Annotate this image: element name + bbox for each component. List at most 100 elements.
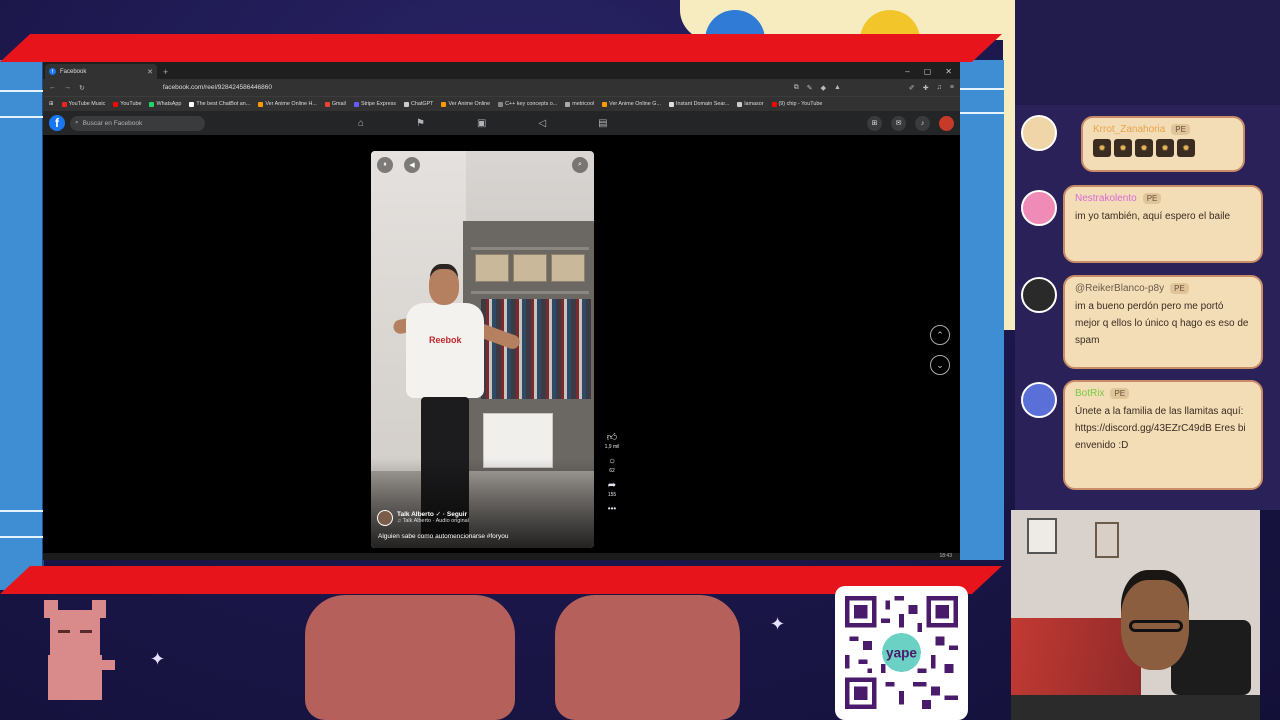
back-icon[interactable]: ← (49, 84, 56, 91)
maximize-icon[interactable]: ▢ (924, 67, 932, 76)
overlay-red-band-top (0, 34, 1002, 62)
more-button[interactable]: ••• (608, 504, 616, 513)
search-icon: ⌕ (75, 119, 79, 126)
webcam-base (1011, 695, 1260, 720)
like-count: 1,9 mil (604, 444, 620, 450)
webcam-picture-frame (1095, 522, 1119, 558)
video-shelf (471, 247, 589, 250)
reload-icon[interactable]: ↻ (79, 84, 85, 92)
author-name[interactable]: Talk Alberto (397, 511, 434, 518)
chevron-up-icon[interactable]: ⌃ (930, 325, 950, 345)
chat-message: Nestrakolento PE im yo también, aquí esp… (1063, 185, 1263, 263)
search-icon[interactable]: ⌕ (572, 157, 588, 173)
bookmark-item[interactable]: Ver Anime Online G... (602, 101, 661, 107)
share-icon[interactable]: ⧉ (794, 84, 799, 92)
emote-icon: ✹ (1177, 139, 1195, 157)
shirt-brand: Reebok (429, 335, 462, 345)
follow-link[interactable]: Seguir (447, 511, 467, 518)
media-icon[interactable]: ♫ (937, 84, 942, 92)
messenger-icon[interactable]: ✉ (891, 115, 906, 131)
overlay-left-frame (0, 60, 44, 590)
menu-icon[interactable]: ≡ (950, 84, 954, 92)
volume-icon[interactable]: ◀ (404, 157, 420, 173)
bookmark-item[interactable]: ChatGPT (404, 101, 433, 107)
bookmark-item[interactable]: (9) chip - YouTube (771, 101, 822, 107)
chat-message: @ReikerBlanco-p8y PE im a bueno perdón p… (1063, 275, 1263, 369)
marketplace-icon[interactable]: ▣ (477, 118, 486, 129)
facebook-logo[interactable]: f (49, 115, 65, 131)
pen-icon[interactable]: ✐ (909, 84, 915, 92)
close-window-icon[interactable]: ✕ (945, 67, 952, 76)
chat-badge: PE (1110, 388, 1130, 399)
profile-avatar[interactable] (939, 115, 954, 131)
author-avatar[interactable] (377, 510, 393, 526)
pause-icon[interactable]: ⏸ (377, 157, 393, 173)
window-controls: – ▢ ✕ (905, 67, 960, 79)
gaming-icon[interactable]: ▤ (598, 118, 607, 129)
webcam-feed (1011, 510, 1260, 695)
bookmark-item[interactable]: WhatsApp (149, 101, 181, 107)
reel-actions: 👍︎ 1,9 mil ○ 62 ➦ 155 ••• (602, 432, 622, 513)
megaphone-icon[interactable]: ◁ (538, 118, 546, 129)
audio-label[interactable]: Talk Alberto · Audio original (403, 518, 469, 524)
chat-username: BotRix (1075, 388, 1105, 399)
bookmark-item[interactable]: Stripe Express (353, 101, 396, 107)
share-count: 155 (607, 492, 617, 498)
flag-icon[interactable]: ⚑ (416, 118, 425, 129)
tab-bar: f Facebook ✕ + – ▢ ✕ (43, 62, 960, 79)
menu-grid-icon[interactable]: ⊞ (867, 115, 882, 131)
chat-avatar (1021, 115, 1057, 151)
chevron-down-icon[interactable]: ⌄ (930, 355, 950, 375)
forward-icon[interactable]: → (64, 84, 71, 91)
chat-avatar (1021, 382, 1057, 418)
like-button[interactable]: 👍︎ 1,9 mil (605, 432, 620, 450)
facebook-right-nav: ⊞ ✉ ♪ (867, 115, 954, 131)
reel-video[interactable]: Reebok ⏸ ◀ ⌕ Talk Alberto ✓ · Seguir ♫ T… (371, 151, 594, 548)
taskbar-clock: 18:43 (939, 553, 952, 559)
bookmark-item[interactable]: C++ key concepts o... (498, 101, 557, 107)
apps-icon[interactable]: ⊞ (49, 101, 54, 107)
bell-icon[interactable]: ♪ (915, 115, 930, 131)
chat-username: Krrot_Zanahoria (1093, 124, 1166, 135)
home-icon[interactable]: ⌂ (358, 118, 364, 129)
bookmark-item[interactable]: YouTube Music (61, 101, 105, 107)
new-tab-button[interactable]: + (157, 67, 174, 79)
chat-header-area (1015, 0, 1280, 105)
share-arrow-icon: ➦ (607, 480, 617, 491)
more-icon: ••• (607, 504, 617, 513)
bookmark-item[interactable]: metricool (565, 101, 594, 107)
tab-facebook[interactable]: f Facebook ✕ (45, 64, 157, 79)
bookmark-item[interactable]: Gmail (324, 101, 346, 107)
bookmark-item[interactable]: Instant Domain Sear... (668, 101, 729, 107)
bookmark-item[interactable]: The best ChatBot an... (189, 101, 250, 107)
os-taskbar: 18:43 (43, 553, 960, 560)
share-button[interactable]: ➦ 155 (608, 480, 616, 498)
url-field[interactable]: facebook.com/reel/928424586446860 (163, 84, 272, 91)
chat-message: BotRix PE Únete a la familia de las llam… (1063, 380, 1263, 490)
chat-badge: PE (1170, 283, 1189, 294)
comment-button[interactable]: ○ 62 (609, 456, 615, 474)
comment-icon: ○ (608, 456, 616, 467)
bookmark-item[interactable]: lamasor (737, 101, 764, 107)
webcam-picture-frame (1027, 518, 1057, 554)
chat-avatar (1021, 277, 1057, 313)
chat-badge: PE (1171, 124, 1190, 135)
facebook-search-input[interactable]: ⌕ Buscar en Facebook (70, 115, 205, 131)
chat-text: im yo también, aquí espero el baile (1075, 211, 1231, 222)
chat-badge: PE (1142, 193, 1162, 204)
minimize-icon[interactable]: – (905, 67, 909, 76)
qr-code-image: yape (845, 596, 958, 709)
comment-count: 62 (609, 468, 615, 474)
shield-icon[interactable]: ◆ (821, 84, 826, 92)
stream-chat: Krrot_Zanahoria PE ✹ ✹ ✹ ✹ ✹ Nestrakolen… (1015, 0, 1280, 510)
extension-icon[interactable]: ✎ (807, 84, 813, 92)
bookmark-item[interactable]: Ver Anime Online H... (258, 101, 317, 107)
yape-qr-code: yape (835, 586, 968, 720)
close-tab-icon[interactable]: ✕ (147, 68, 153, 76)
bookmark-item[interactable]: Ver Anime Online (441, 101, 490, 107)
alert-icon[interactable]: ▲ (834, 84, 841, 92)
reel-scroll-arrows: ⌃ ⌄ (930, 325, 950, 375)
bookmark-item[interactable]: YouTube (113, 101, 141, 107)
chat-text: Únete a la familia de las llamitas aquí:… (1075, 406, 1246, 451)
puzzle-icon[interactable]: ✚ (923, 84, 929, 92)
